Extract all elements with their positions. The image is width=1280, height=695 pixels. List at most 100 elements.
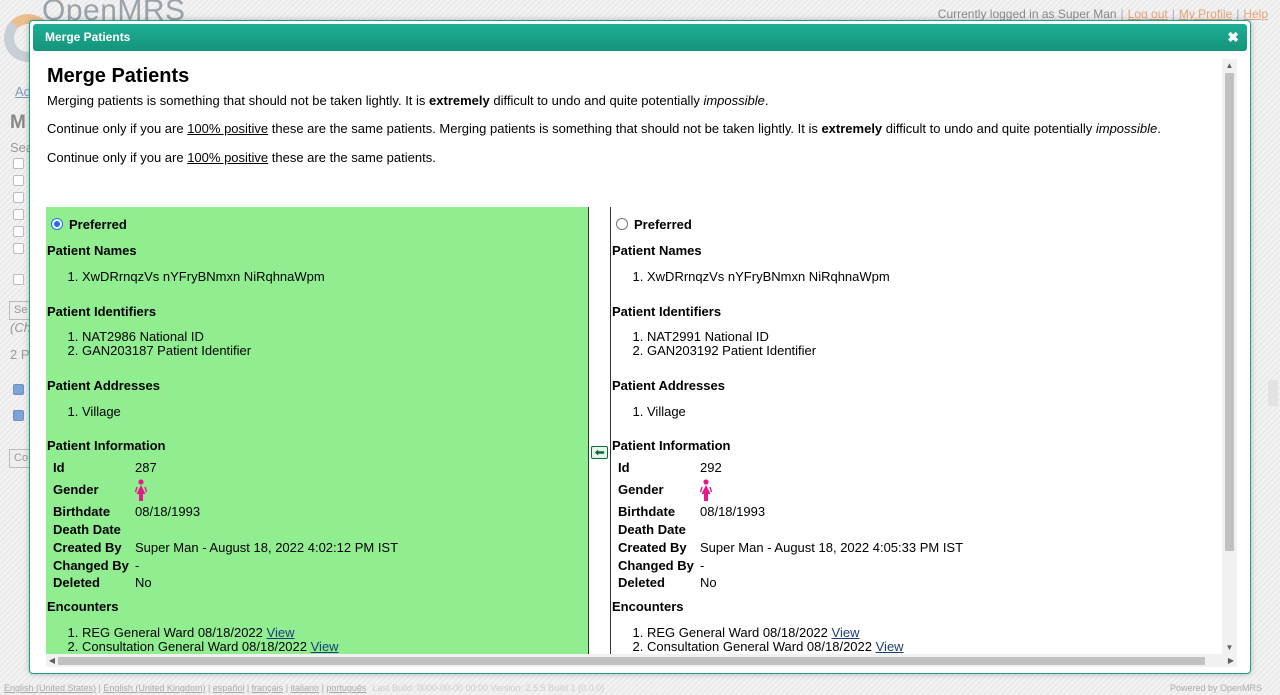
- names-list: XwDRrnqzVs nYFryBNmxn NiRqhnaWpm: [633, 270, 890, 284]
- encounters-list: REG General Ward 08/18/2022 View Consult…: [68, 626, 339, 654]
- changed-by-label: Changed By: [53, 557, 129, 573]
- changed-by-value: -: [135, 557, 140, 573]
- info-heading: Patient Information: [612, 438, 731, 453]
- id-value: 292: [700, 460, 722, 476]
- list-item: Consultation General Ward 08/18/2022 Vie…: [647, 640, 904, 654]
- bg-checkbox-5[interactable]: [13, 226, 24, 237]
- lang-link[interactable]: français: [252, 683, 284, 693]
- lang-link[interactable]: español: [213, 683, 245, 693]
- list-item: REG General Ward 08/18/2022 View: [647, 626, 904, 640]
- birthdate-value: 08/18/1993: [135, 504, 201, 520]
- bg-page-heading: M: [10, 112, 26, 133]
- deleted-label: Deleted: [53, 575, 100, 591]
- changed-by-value: -: [700, 557, 705, 573]
- dialog-title: Merge Patients: [45, 30, 131, 44]
- death-date-value: [135, 521, 398, 539]
- list-item: REG General Ward 08/18/2022 View: [82, 626, 339, 640]
- bg-checkbox-1[interactable]: [13, 158, 24, 169]
- patient-column-other: Preferred Patient Names XwDRrnqzVs nYFry…: [610, 207, 1210, 654]
- addresses-heading: Patient Addresses: [612, 378, 725, 393]
- bg-checked-row-1[interactable]: [13, 384, 24, 395]
- logged-in-text: Currently logged in as Super Man: [937, 7, 1117, 21]
- list-item: NAT2986 National ID: [82, 330, 251, 344]
- id-value: 287: [135, 460, 157, 476]
- scroll-up-icon[interactable]: ▲: [1222, 59, 1237, 72]
- birthdate-value: 08/18/1993: [700, 504, 766, 520]
- encounters-list: REG General Ward 08/18/2022 View Consult…: [633, 626, 904, 654]
- list-item: GAN203192 Patient Identifier: [647, 344, 816, 358]
- user-bar: Currently logged in as Super Man | Log out…: [937, 7, 1268, 21]
- created-by-label: Created By: [618, 539, 687, 555]
- lang-link[interactable]: italiano: [291, 683, 320, 693]
- list-item: XwDRrnqzVs nYFryBNmxn NiRqhnaWpm: [82, 270, 325, 284]
- preferred-option[interactable]: Preferred: [51, 217, 127, 232]
- bg-checkbox-4[interactable]: [13, 209, 24, 220]
- my-profile-link[interactable]: My Profile: [1179, 7, 1232, 21]
- scroll-left-icon[interactable]: ◀: [46, 654, 58, 667]
- vertical-scrollbar[interactable]: ▲ ▼: [1222, 59, 1237, 654]
- preferred-option[interactable]: Preferred: [616, 217, 692, 232]
- female-icon: [700, 479, 712, 501]
- names-list: XwDRrnqzVs nYFryBNmxn NiRqhnaWpm: [68, 270, 325, 284]
- swap-arrow-icon[interactable]: [591, 446, 608, 459]
- preferred-radio[interactable]: [616, 218, 628, 230]
- scroll-right-icon[interactable]: ▶: [1225, 654, 1237, 667]
- view-encounter-link[interactable]: View: [876, 639, 904, 654]
- names-heading: Patient Names: [47, 243, 137, 258]
- view-encounter-link[interactable]: View: [267, 625, 295, 640]
- death-date-label: Death Date: [618, 521, 686, 537]
- list-item: Consultation General Ward 08/18/2022 Vie…: [82, 640, 339, 654]
- build-info: Last Build: 0000-00-00 00:00 Version: 2.…: [372, 683, 605, 693]
- identifiers-list: NAT2986 National ID GAN203187 Patient Id…: [68, 330, 251, 358]
- logout-link[interactable]: Log out: [1128, 7, 1168, 21]
- dialog-titlebar[interactable]: Merge Patients ✖: [33, 24, 1247, 51]
- list-item: Village: [647, 405, 686, 419]
- list-item: XwDRrnqzVs nYFryBNmxn NiRqhnaWpm: [647, 270, 890, 284]
- created-by-value: Super Man - August 18, 2022 4:05:33 PM I…: [700, 539, 964, 555]
- id-label: Id: [618, 460, 630, 476]
- bg-checkbox-3[interactable]: [13, 192, 24, 203]
- lang-link[interactable]: português: [326, 683, 366, 693]
- death-date-label: Death Date: [53, 521, 121, 537]
- identifiers-heading: Patient Identifiers: [612, 304, 722, 319]
- patient-info-table: Id 292 Gender Birthdate 08/18/1993 Death D…: [618, 459, 963, 592]
- lang-link[interactable]: English (United States): [4, 683, 96, 693]
- dialog-body: Merge Patients Merging patients is somet…: [46, 59, 1237, 654]
- list-item: NAT2991 National ID: [647, 330, 816, 344]
- patient-info-table: Id 287 Gender Birthdate 08/18/1993 Death D…: [53, 459, 398, 592]
- view-encounter-link[interactable]: View: [311, 639, 339, 654]
- addresses-list: Village: [68, 405, 121, 419]
- bg-checkbox-6[interactable]: [13, 243, 24, 254]
- bg-result-count: 2 P: [10, 347, 30, 362]
- lang-link[interactable]: English (United Kingdom): [103, 683, 205, 693]
- vertical-scroll-thumb[interactable]: [1225, 73, 1234, 551]
- changed-by-label: Changed By: [618, 557, 694, 573]
- warning-text-2: Continue only if you are 100% positive t…: [47, 121, 1161, 136]
- warning-text-3: Continue only if you are 100% positive t…: [47, 150, 436, 165]
- merge-patients-dialog: Merge Patients ✖ Merge Patients Merging …: [29, 20, 1251, 674]
- bg-checkbox-7[interactable]: [13, 274, 24, 285]
- bg-checked-row-2[interactable]: [13, 410, 24, 421]
- bg-checkbox-2[interactable]: [13, 175, 24, 186]
- close-icon[interactable]: ✖: [1227, 24, 1239, 51]
- help-link[interactable]: Help: [1243, 7, 1268, 21]
- bg-hint-text: (Ch: [10, 320, 31, 335]
- scroll-down-icon[interactable]: ▼: [1222, 641, 1237, 654]
- view-encounter-link[interactable]: View: [832, 625, 860, 640]
- patient-column-preferred: Preferred Patient Names XwDRrnqzVs nYFry…: [46, 207, 589, 654]
- horizontal-scroll-thumb[interactable]: [58, 657, 1205, 665]
- horizontal-scrollbar[interactable]: ◀ ▶: [46, 654, 1237, 667]
- female-icon: [135, 479, 147, 501]
- birthdate-label: Birthdate: [618, 504, 676, 520]
- gender-label: Gender: [618, 482, 664, 498]
- created-by-value: Super Man - August 18, 2022 4:02:12 PM I…: [135, 539, 399, 555]
- list-item: GAN203187 Patient Identifier: [82, 344, 251, 358]
- birthdate-label: Birthdate: [53, 504, 111, 520]
- names-heading: Patient Names: [612, 243, 702, 258]
- gender-label: Gender: [53, 482, 99, 498]
- footer-languages: English (United States) | English (Unite…: [4, 683, 605, 693]
- powered-by: Powered by OpenMRS: [1169, 683, 1262, 693]
- preferred-radio[interactable]: [51, 218, 63, 230]
- page-title: Merge Patients: [47, 65, 190, 87]
- addresses-list: Village: [633, 405, 686, 419]
